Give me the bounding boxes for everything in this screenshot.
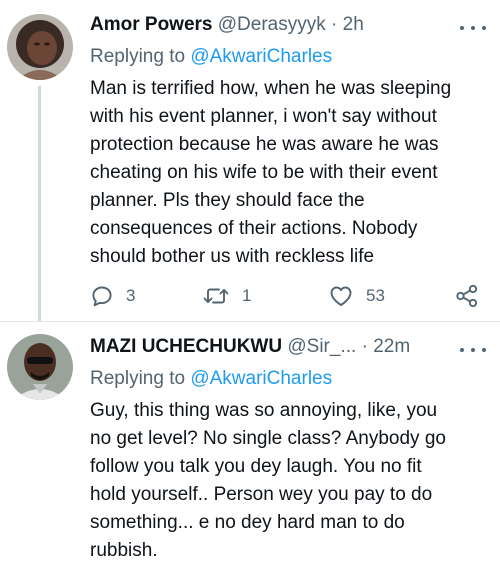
display-name[interactable]: Amor Powers — [90, 14, 212, 35]
reply-count: 3 — [126, 286, 136, 305]
retweet-icon — [203, 288, 229, 304]
heart-icon — [330, 286, 352, 306]
tweet-text-line: follow you talk you dey laugh. You no fi… — [90, 456, 422, 477]
tweet-text-line: Guy, this thing was so annoying, like, y… — [90, 400, 438, 421]
like-button[interactable]: 53 — [328, 283, 385, 309]
tweet-actions: 3 1 53 — [90, 283, 490, 309]
tweet-1[interactable]: Amor Powers @Derasyyyk · 2h Replying to … — [0, 0, 500, 322]
replying-to: Replying to @AkwariCharles — [90, 366, 332, 392]
more-options-icon[interactable] — [460, 342, 486, 358]
reply-button[interactable]: 3 — [90, 283, 135, 309]
avatar[interactable] — [7, 334, 73, 400]
timestamp[interactable]: 2h — [343, 14, 364, 35]
thread-line — [38, 86, 41, 322]
reply-icon — [92, 286, 112, 307]
separator-dot: · — [331, 14, 338, 35]
tweet-text-line: consequences of their actions. Nobody — [90, 218, 418, 239]
tweet-text-line: rubbish. — [90, 540, 158, 561]
tweet-text-line: protection because he was aware he was — [90, 134, 439, 155]
share-button[interactable] — [454, 283, 480, 309]
retweet-count: 1 — [242, 286, 252, 305]
user-handle[interactable]: @Sir_... — [287, 336, 356, 357]
tweet-text-line: Man is terrified how, when he was sleepi… — [90, 78, 452, 99]
display-name[interactable]: MAZI UCHECHUKWU — [90, 336, 282, 357]
user-handle[interactable]: @Derasyyyk — [218, 14, 326, 35]
tweet-text-line: should bother us with reckless life — [90, 246, 375, 267]
tweet-text: Guy, this thing was so annoying, like, y… — [90, 397, 490, 565]
like-count: 53 — [366, 286, 385, 305]
tweet-text: Man is terrified how, when he was sleepi… — [90, 75, 490, 271]
tweet-text-line: planner. Pls they should face the — [90, 190, 365, 211]
tweet-header: MAZI UCHECHUKWU @Sir_... · 22m — [90, 334, 410, 360]
tweet-text-line: something... e no dey hard man to do — [90, 512, 405, 533]
tweet-text-line: with his event planner, i won't say with… — [90, 106, 437, 127]
retweet-button[interactable]: 1 — [202, 283, 251, 309]
tweet-header: Amor Powers @Derasyyyk · 2h — [90, 12, 364, 38]
more-options-icon[interactable] — [460, 20, 486, 36]
tweet-2[interactable]: MAZI UCHECHUKWU @Sir_... · 22m Replying … — [0, 322, 500, 568]
replying-to: Replying to @AkwariCharles — [90, 44, 332, 70]
replying-prefix: Replying to — [90, 46, 186, 67]
tweet-text-line: hold yourself.. Person wey you pay to do — [90, 484, 433, 505]
mention-link[interactable]: @AkwariCharles — [190, 368, 332, 389]
mention-link[interactable]: @AkwariCharles — [190, 46, 332, 67]
share-icon — [456, 284, 478, 308]
tweet-text-line: no get level? No single class? Anybody g… — [90, 428, 446, 449]
avatar[interactable] — [7, 14, 73, 80]
tweet-text-line: cheating on his wife to be with their ev… — [90, 162, 438, 183]
timestamp[interactable]: 22m — [373, 336, 410, 357]
replying-prefix: Replying to — [90, 368, 186, 389]
separator-dot: · — [361, 336, 368, 357]
